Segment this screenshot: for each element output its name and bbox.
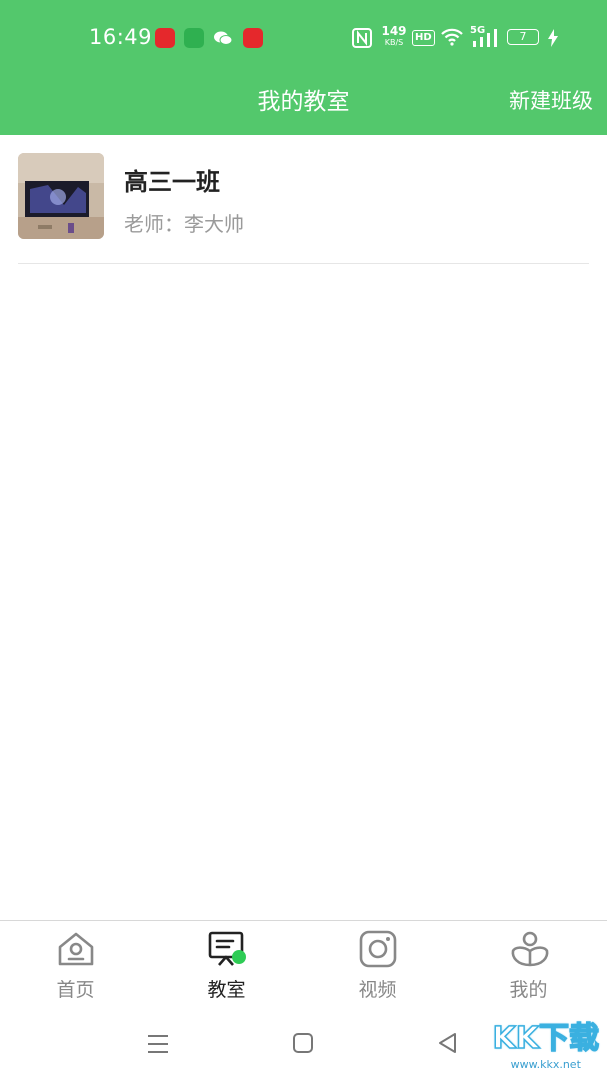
signal-icon — [472, 28, 498, 52]
nfc-icon — [352, 28, 372, 52]
home-icon — [58, 932, 94, 966]
bottom-tab-bar: 首页 教室 视频 我的 — [0, 920, 607, 1011]
hd-badge: HD — [412, 30, 435, 46]
tab-video[interactable]: 视频 — [302, 921, 453, 1011]
charging-icon — [547, 28, 559, 52]
class-list-item[interactable]: 高三一班 老师：李大帅 — [18, 152, 589, 264]
class-thumbnail — [18, 153, 104, 239]
profile-icon — [511, 931, 549, 967]
tab-home[interactable]: 首页 — [0, 921, 151, 1011]
watermark: KK下载 www.kkx.net — [492, 1021, 600, 1071]
watermark-url: www.kkx.net — [510, 1058, 581, 1071]
wifi-icon — [440, 27, 464, 51]
title-bar: 我的教室 新建班级 — [0, 78, 607, 135]
tab-classroom-label: 教室 — [207, 979, 246, 1001]
wechat-icon — [213, 28, 233, 48]
message-icon — [184, 28, 204, 48]
toutiao-icon — [243, 28, 263, 48]
battery-icon: 7 — [507, 29, 539, 45]
back-icon[interactable] — [436, 1031, 458, 1055]
tab-profile[interactable]: 我的 — [453, 921, 604, 1011]
speed-value: 149 — [381, 24, 407, 38]
tab-video-label: 视频 — [358, 979, 397, 1001]
status-bar: 16:49 149 KB/S HD 5G 7 — [0, 0, 607, 78]
class-teacher: 老师：李大帅 — [124, 212, 244, 236]
tab-classroom[interactable]: 教室 — [151, 921, 302, 1011]
classroom-icon — [208, 931, 246, 966]
home-square-icon[interactable] — [292, 1032, 314, 1054]
video-app-icon — [155, 28, 175, 48]
speed-unit: KB/S — [384, 38, 404, 47]
video-icon — [359, 930, 397, 968]
watermark-logo: KK下载 — [492, 1021, 600, 1057]
tab-home-label: 首页 — [56, 979, 95, 1001]
tab-profile-label: 我的 — [509, 979, 548, 1001]
network-speed: 149 KB/S — [381, 25, 407, 49]
new-class-button[interactable]: 新建班级 — [509, 85, 593, 115]
class-name: 高三一班 — [124, 168, 220, 196]
status-time: 16:49 — [89, 25, 153, 49]
menu-icon[interactable] — [146, 1032, 170, 1056]
